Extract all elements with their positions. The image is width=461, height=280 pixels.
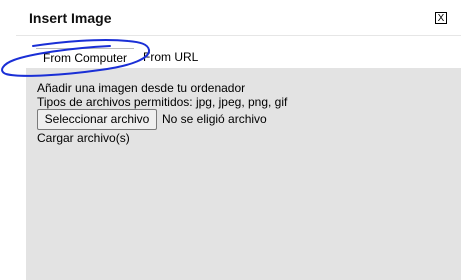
upload-panel: Añadir una imagen desde tu ordenador Tip… — [26, 68, 461, 280]
tab-from-computer[interactable]: From Computer — [36, 48, 134, 67]
dialog-header: Insert Image X — [16, 0, 461, 36]
upload-files-link[interactable]: Cargar archivo(s) — [37, 131, 130, 145]
insert-image-dialog: Insert Image X From Computer From URL Añ… — [16, 0, 461, 280]
file-status-text: No se eligió archivo — [162, 112, 267, 126]
choose-file-button[interactable]: Seleccionar archivo — [37, 109, 157, 130]
close-button[interactable]: X — [435, 12, 447, 24]
upload-instruction: Añadir una imagen desde tu ordenador — [37, 81, 246, 95]
page: Insert Image X From Computer From URL Añ… — [0, 0, 461, 280]
tab-from-url[interactable]: From URL — [139, 48, 203, 67]
allowed-file-types: Tipos de archivos permitidos: jpg, jpeg,… — [37, 95, 288, 109]
dialog-title: Insert Image — [29, 10, 112, 26]
